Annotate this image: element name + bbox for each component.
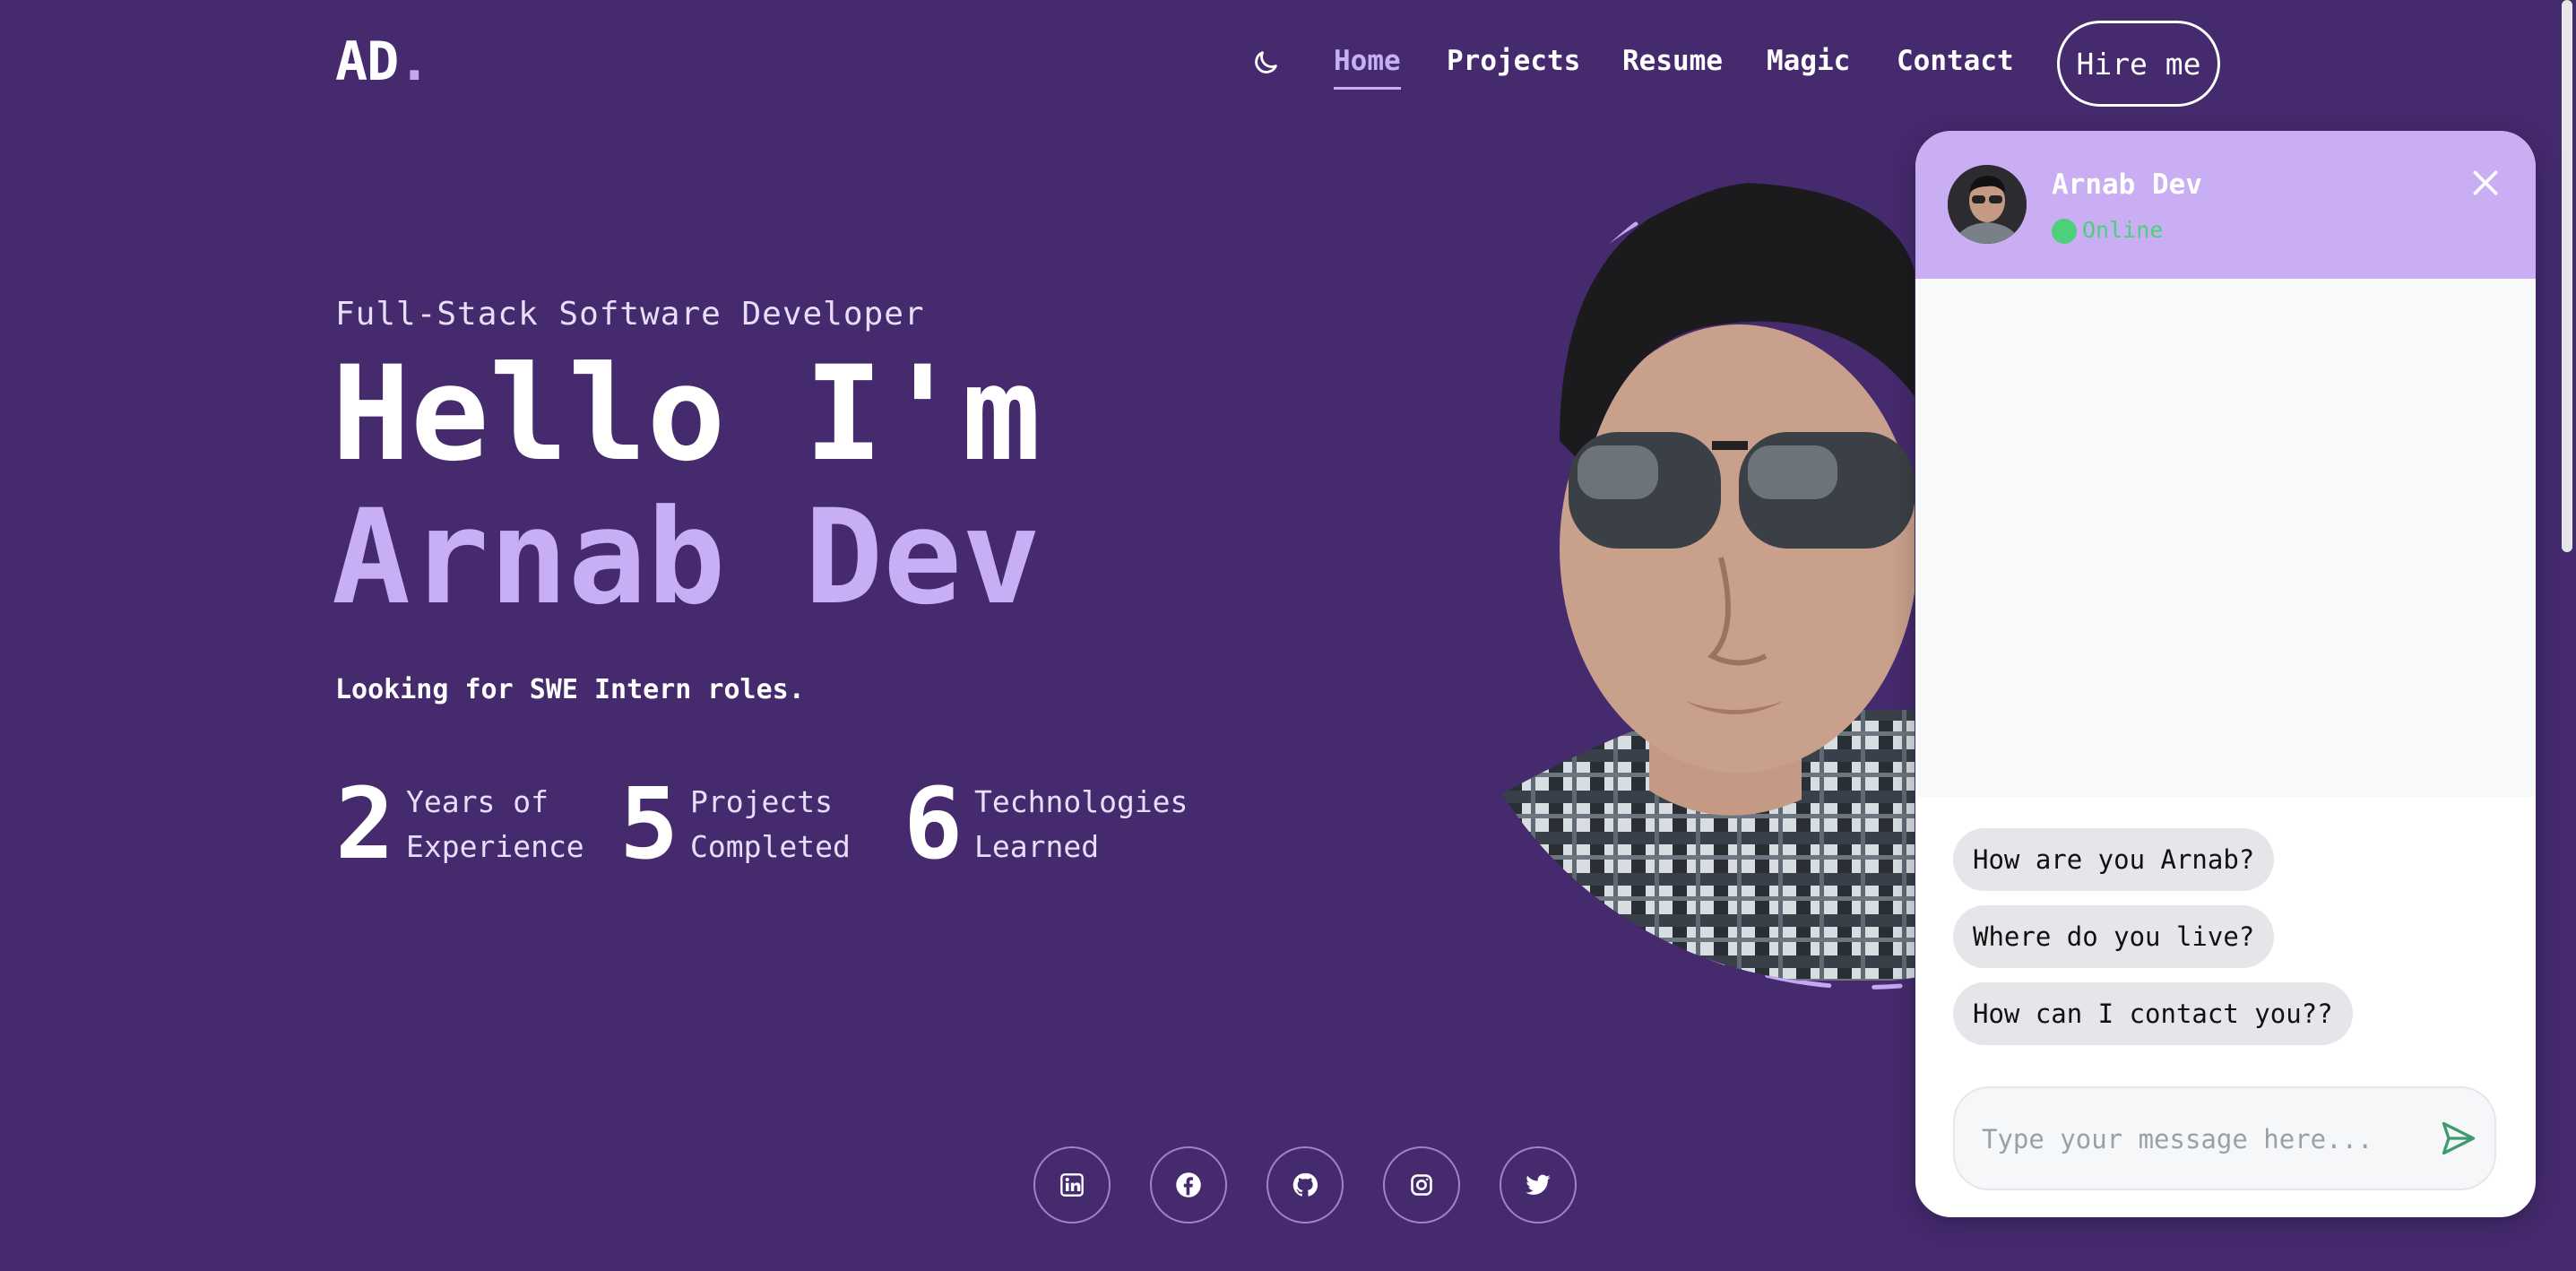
nav-resume[interactable]: Resume [1622, 45, 1723, 77]
nav-projects[interactable]: Projects [1447, 45, 1580, 77]
logo[interactable]: AD. [335, 30, 430, 93]
suggestion-chip[interactable]: Where do you live? [1953, 905, 2275, 968]
instagram-button[interactable] [1383, 1146, 1460, 1223]
portrait-photo [1425, 172, 1915, 981]
suggestion-chip[interactable]: How can I contact you?? [1953, 982, 2353, 1045]
twitter-icon [1526, 1174, 1551, 1195]
linkedin-icon [1060, 1173, 1084, 1197]
chat-contact-name: Arnab Dev [2052, 169, 2202, 201]
facebook-button[interactable] [1150, 1146, 1227, 1223]
stat-years-label: Years of Experience [406, 784, 584, 864]
close-icon[interactable] [2468, 165, 2503, 201]
nav-magic[interactable]: Magic [1767, 45, 1850, 77]
chat-widget: Arnab Dev Online How are you Arnab? Wher… [1915, 131, 2536, 1217]
github-button[interactable] [1266, 1146, 1344, 1223]
page-scrollbar[interactable] [2562, 0, 2572, 552]
nav-contact[interactable]: Contact [1897, 45, 2014, 77]
stat-projects-label: Projects Completed [690, 784, 851, 864]
chat-message-input[interactable] [1980, 1088, 2414, 1190]
send-icon[interactable] [2439, 1119, 2478, 1158]
hero-greeting: Hello I'm [332, 338, 1042, 490]
linkedin-button[interactable] [1033, 1146, 1111, 1223]
online-status-text: Online [2082, 217, 2164, 243]
hero-name: Arnab Dev [332, 481, 1042, 634]
chat-avatar [1948, 165, 2027, 244]
hire-me-button[interactable]: Hire me [2057, 21, 2220, 107]
facebook-icon [1176, 1172, 1201, 1198]
stat-years-value: 2 [335, 766, 395, 881]
hero-tagline: Looking for SWE Intern roles. [335, 674, 805, 705]
stat-projects-value: 5 [619, 766, 679, 881]
chat-messages [1915, 279, 2536, 797]
chat-header: Arnab Dev Online [1915, 131, 2536, 279]
chat-input-box [1953, 1086, 2496, 1190]
stat-tech-label: Technologies Learned [974, 784, 1189, 864]
nav-home[interactable]: Home [1334, 45, 1401, 90]
github-icon [1292, 1172, 1318, 1197]
moon-icon[interactable] [1250, 48, 1281, 78]
twitter-button[interactable] [1500, 1146, 1577, 1223]
instagram-icon [1411, 1174, 1432, 1196]
hero-role: Full-Stack Software Developer [335, 296, 925, 333]
suggestion-chip[interactable]: How are you Arnab? [1953, 828, 2275, 891]
stat-tech-value: 6 [903, 766, 964, 881]
online-status-dot [2052, 219, 2077, 244]
